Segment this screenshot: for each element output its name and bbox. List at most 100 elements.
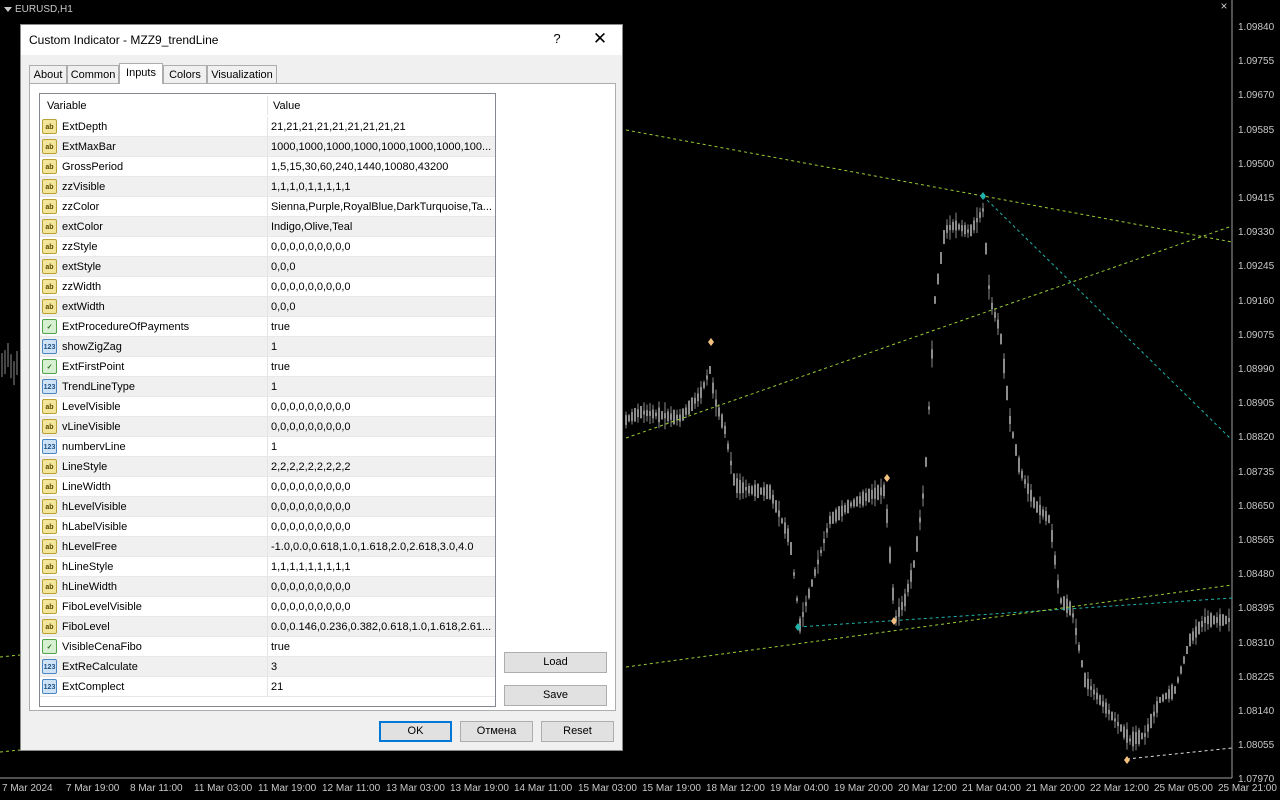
close-icon[interactable]: ✕ bbox=[591, 30, 609, 48]
candle-body bbox=[970, 224, 972, 237]
variable-value[interactable]: 0,0,0,0,0,0,0,0,0 bbox=[267, 277, 492, 297]
variable-value[interactable]: 0,0,0 bbox=[267, 257, 492, 277]
variable-value[interactable]: 0,0,0,0,0,0,0,0,0 bbox=[267, 577, 492, 597]
inputs-grid[interactable]: Variable Value ab ExtDepth 21,21,21,21,21,… bbox=[39, 93, 496, 707]
time-tick-label: 11 Mar 03:00 bbox=[194, 783, 253, 794]
variable-value[interactable]: 0,0,0,0,0,0,0,0,0 bbox=[267, 517, 492, 537]
input-row-extwidth[interactable]: ab extWidth 0,0,0 bbox=[40, 297, 495, 317]
variable-value[interactable]: 21 bbox=[267, 677, 492, 697]
variable-value[interactable]: 0,0,0,0,0,0,0,0,0 bbox=[267, 497, 492, 517]
price-tick-label: 1.08395 bbox=[1238, 603, 1275, 615]
variable-value[interactable]: Sienna,Purple,RoyalBlue,DarkTurquoise,Ta… bbox=[267, 197, 492, 217]
candle-body bbox=[1132, 731, 1134, 747]
variable-value[interactable]: 0,0,0,0,0,0,0,0,0 bbox=[267, 417, 492, 437]
candle-body bbox=[1150, 713, 1152, 729]
load-button[interactable]: Load bbox=[504, 652, 607, 673]
variable-value[interactable]: true bbox=[267, 317, 492, 337]
variable-value[interactable]: 0,0,0,0,0,0,0,0,0 bbox=[267, 477, 492, 497]
candle-body bbox=[1018, 457, 1020, 473]
variable-value[interactable]: 0.0,0.146,0.236,0.382,0.618,1.0,1.618,2.… bbox=[267, 617, 492, 637]
input-row-hlevelfree[interactable]: ab hLevelFree -1.0,0.0,0.618,1.0,1.618,2.0… bbox=[40, 537, 495, 557]
input-row-trendlinetype[interactable]: 123 TrendLineType 1 bbox=[40, 377, 495, 397]
cancel-button[interactable]: Отмена bbox=[460, 721, 533, 742]
column-header-value[interactable]: Value bbox=[273, 100, 300, 112]
tab-common[interactable]: Common bbox=[67, 65, 119, 83]
candle-body bbox=[709, 366, 711, 374]
candle-body bbox=[832, 511, 834, 524]
dialog-title-bar[interactable]: Custom Indicator - MZZ9_trendLine ? ✕ bbox=[21, 25, 622, 55]
candle-body bbox=[643, 410, 645, 415]
candle-body bbox=[1213, 615, 1215, 625]
variable-value[interactable]: 21,21,21,21,21,21,21,21,21 bbox=[267, 117, 492, 137]
input-row-extprocedureofpayments[interactable]: ✓ ExtProcedureOfPayments true bbox=[40, 317, 495, 337]
variable-value[interactable]: 0,0,0,0,0,0,0,0,0 bbox=[267, 597, 492, 617]
input-row-extmaxbar[interactable]: ab ExtMaxBar 1000,1000,1000,1000,1000,1000… bbox=[40, 137, 495, 157]
column-header-variable[interactable]: Variable bbox=[47, 100, 87, 112]
variable-value[interactable]: 1 bbox=[267, 377, 492, 397]
input-row-fibolevelvisible[interactable]: ab FiboLevelVisible 0,0,0,0,0,0,0,0,0 bbox=[40, 597, 495, 617]
input-row-hlinewidth[interactable]: ab hLineWidth 0,0,0,0,0,0,0,0,0 bbox=[40, 577, 495, 597]
input-row-zzwidth[interactable]: ab zzWidth 0,0,0,0,0,0,0,0,0 bbox=[40, 277, 495, 297]
ok-button[interactable]: OK bbox=[379, 721, 452, 742]
chart-symbol-label[interactable]: EURUSD,H1 bbox=[4, 4, 73, 15]
tab-visualization[interactable]: Visualization bbox=[207, 65, 277, 83]
input-row-fibolevel[interactable]: ab FiboLevel 0.0,0.146,0.236,0.382,0.618,1… bbox=[40, 617, 495, 637]
candle-body bbox=[916, 536, 918, 552]
input-row-numbervline[interactable]: 123 numbervLine 1 bbox=[40, 437, 495, 457]
variable-value[interactable]: 2,2,2,2,2,2,2,2,2 bbox=[267, 457, 492, 477]
input-row-extcolor[interactable]: ab extColor Indigo,Olive,Teal bbox=[40, 217, 495, 237]
input-row-levelvisible[interactable]: ab LevelVisible 0,0,0,0,0,0,0,0,0 bbox=[40, 397, 495, 417]
input-row-grossperiod[interactable]: ab GrossPeriod 1,5,15,30,60,240,1440,10080… bbox=[40, 157, 495, 177]
variable-value[interactable]: true bbox=[267, 357, 492, 377]
input-row-hlevelvisible[interactable]: ab hLevelVisible 0,0,0,0,0,0,0,0,0 bbox=[40, 497, 495, 517]
reset-button[interactable]: Reset bbox=[541, 721, 614, 742]
input-row-zzstyle[interactable]: ab zzStyle 0,0,0,0,0,0,0,0,0 bbox=[40, 237, 495, 257]
input-row-hlabelvisible[interactable]: ab hLabelVisible 0,0,0,0,0,0,0,0,0 bbox=[40, 517, 495, 537]
chart-close-icon[interactable]: × bbox=[1218, 0, 1230, 12]
tab-about[interactable]: About bbox=[29, 65, 67, 83]
variable-value[interactable]: 1,5,15,30,60,240,1440,10080,43200 bbox=[267, 157, 492, 177]
variable-value[interactable]: 1,1,1,1,1,1,1,1,1 bbox=[267, 557, 492, 577]
tab-inputs[interactable]: Inputs bbox=[119, 63, 163, 84]
input-row-linestyle[interactable]: ab LineStyle 2,2,2,2,2,2,2,2,2 bbox=[40, 457, 495, 477]
variable-value[interactable]: true bbox=[267, 637, 492, 657]
input-row-showzigzag[interactable]: 123 showZigZag 1 bbox=[40, 337, 495, 357]
variable-value[interactable]: 1 bbox=[267, 437, 492, 457]
input-row-visiblecenafibo[interactable]: ✓ VisibleCenaFibo true bbox=[40, 637, 495, 657]
input-row-zzvisible[interactable]: ab zzVisible 1,1,1,0,1,1,1,1,1 bbox=[40, 177, 495, 197]
string-type-icon: ab bbox=[42, 579, 57, 594]
input-row-extstyle[interactable]: ab extStyle 0,0,0 bbox=[40, 257, 495, 277]
column-separator[interactable] bbox=[267, 96, 268, 115]
variable-value[interactable]: 0,0,0,0,0,0,0,0,0 bbox=[267, 397, 492, 417]
variable-name: ExtReCalculate bbox=[62, 661, 138, 673]
tab-colors[interactable]: Colors bbox=[163, 65, 207, 83]
input-row-vlinevisible[interactable]: ab vLineVisible 0,0,0,0,0,0,0,0,0 bbox=[40, 417, 495, 437]
input-row-linewidth[interactable]: ab LineWidth 0,0,0,0,0,0,0,0,0 bbox=[40, 477, 495, 497]
boolean-type-icon: ✓ bbox=[42, 319, 57, 334]
variable-value[interactable]: -1.0,0.0,0.618,1.0,1.618,2.0,2.618,3.0,4… bbox=[267, 537, 492, 557]
input-row-hlinestyle[interactable]: ab hLineStyle 1,1,1,1,1,1,1,1,1 bbox=[40, 557, 495, 577]
time-tick-label: 14 Mar 11:00 bbox=[514, 783, 573, 794]
input-row-extfirstpoint[interactable]: ✓ ExtFirstPoint true bbox=[40, 357, 495, 377]
variable-value[interactable]: 0,0,0 bbox=[267, 297, 492, 317]
candle-body bbox=[739, 480, 741, 494]
variable-value[interactable]: 1,1,1,0,1,1,1,1,1 bbox=[267, 177, 492, 197]
candle-body bbox=[1114, 718, 1116, 722]
candle-body bbox=[952, 221, 954, 231]
input-row-zzcolor[interactable]: ab zzColor Sienna,Purple,RoyalBlue,DarkTur… bbox=[40, 197, 495, 217]
candle-body bbox=[724, 425, 726, 435]
variable-value[interactable]: Indigo,Olive,Teal bbox=[267, 217, 492, 237]
candle-body bbox=[973, 220, 975, 231]
input-row-extrecalculate[interactable]: 123 ExtReCalculate 3 bbox=[40, 657, 495, 677]
variable-value[interactable]: 0,0,0,0,0,0,0,0,0 bbox=[267, 237, 492, 257]
input-row-extdepth[interactable]: ab ExtDepth 21,21,21,21,21,21,21,21,21 bbox=[40, 117, 495, 137]
integer-type-icon: 123 bbox=[42, 379, 57, 394]
variable-value[interactable]: 1000,1000,1000,1000,1000,1000,1000,100..… bbox=[267, 137, 492, 157]
help-icon[interactable]: ? bbox=[549, 31, 565, 47]
save-button[interactable]: Save bbox=[504, 685, 607, 706]
variable-value[interactable]: 3 bbox=[267, 657, 492, 677]
candle-body bbox=[1135, 731, 1137, 745]
candle-body bbox=[1003, 358, 1005, 374]
variable-value[interactable]: 1 bbox=[267, 337, 492, 357]
input-row-extcomplect[interactable]: 123 ExtComplect 21 bbox=[40, 677, 495, 697]
